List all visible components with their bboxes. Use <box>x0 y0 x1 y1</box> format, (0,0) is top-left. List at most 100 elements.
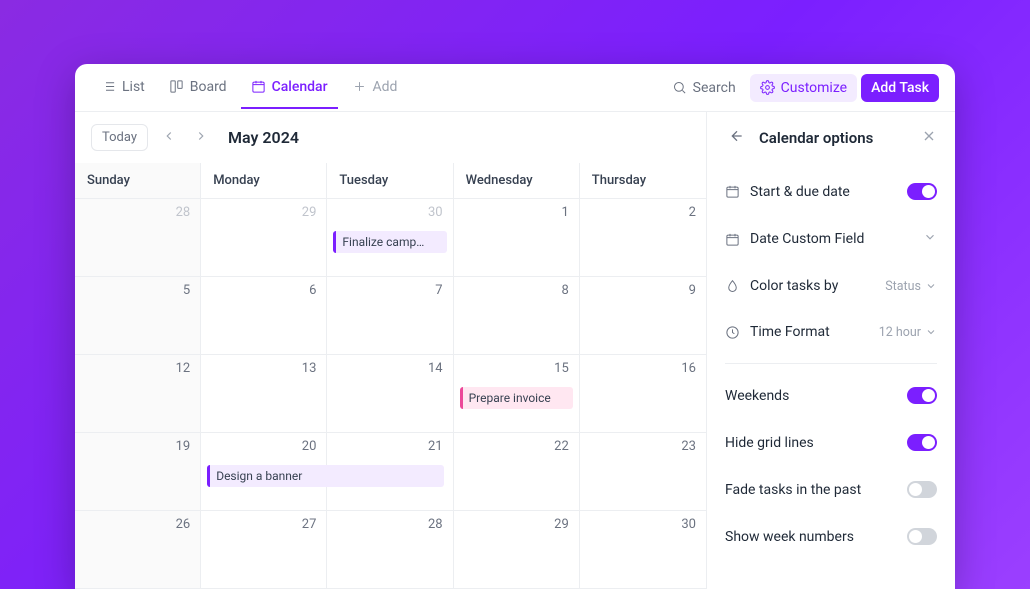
day-cell[interactable]: 20 Design a banner <box>201 433 327 511</box>
prev-month-button[interactable] <box>158 124 180 151</box>
app-window: List Board Calendar Add Search Customize… <box>75 64 955 589</box>
today-button[interactable]: Today <box>91 124 148 151</box>
drop-icon <box>725 279 740 294</box>
day-cell[interactable]: 16 <box>580 355 706 433</box>
calendar-icon <box>725 184 740 199</box>
day-number: 8 <box>561 283 568 298</box>
day-cell[interactable]: 12 <box>75 355 201 433</box>
weekday-thursday: Thursday <box>580 163 706 199</box>
day-cell[interactable]: 30 Finalize camp… <box>327 199 453 277</box>
day-number: 15 <box>554 361 569 376</box>
day-cell[interactable]: 13 <box>201 355 327 433</box>
option-label: Color tasks by <box>750 278 875 294</box>
option-fade-past[interactable]: Fade tasks in the past <box>725 468 937 511</box>
day-cell[interactable]: 28 <box>75 199 201 277</box>
option-label: Date Custom Field <box>750 231 913 247</box>
tab-list-label: List <box>122 79 145 95</box>
date-nav-bar: Today May 2024 <box>75 112 706 163</box>
day-number: 13 <box>302 361 317 376</box>
calendar-icon <box>251 79 266 94</box>
weekday-wednesday: Wednesday <box>454 163 580 199</box>
day-cell[interactable]: 14 <box>327 355 453 433</box>
option-label: Start & due date <box>750 184 897 200</box>
toggle-hide-grid[interactable] <box>907 434 937 451</box>
task-design-banner[interactable]: Design a banner <box>207 465 443 487</box>
calendar-grid: 28 29 30 Finalize camp… 1 2 5 6 7 8 9 12… <box>75 199 706 589</box>
day-number: 5 <box>183 283 190 298</box>
main-content: Today May 2024 Sunday Monday Tuesday Wed… <box>75 112 955 589</box>
day-number: 19 <box>176 439 191 454</box>
option-weekends[interactable]: Weekends <box>725 374 937 417</box>
day-number: 1 <box>561 205 568 220</box>
tab-list[interactable]: List <box>91 67 155 109</box>
day-number: 27 <box>302 517 317 532</box>
day-cell[interactable]: 1 <box>454 199 580 277</box>
day-number: 23 <box>681 439 696 454</box>
day-cell[interactable]: 5 <box>75 277 201 355</box>
day-number: 21 <box>428 439 443 454</box>
day-cell[interactable]: 29 <box>201 199 327 277</box>
customize-button[interactable]: Customize <box>750 74 857 102</box>
chevron-down-icon <box>923 230 937 248</box>
day-number: 28 <box>176 205 191 220</box>
calendar-icon <box>725 232 740 247</box>
day-cell[interactable]: 7 <box>327 277 453 355</box>
day-number: 14 <box>428 361 443 376</box>
clock-icon <box>725 325 740 340</box>
option-color-tasks-by[interactable]: Color tasks by Status <box>725 265 937 307</box>
option-date-custom-field[interactable]: Date Custom Field <box>725 217 937 261</box>
calendar-panel: Today May 2024 Sunday Monday Tuesday Wed… <box>75 112 707 589</box>
tab-add-view[interactable]: Add <box>342 67 408 109</box>
day-number: 6 <box>309 283 316 298</box>
day-cell[interactable]: 6 <box>201 277 327 355</box>
option-week-numbers[interactable]: Show week numbers <box>725 515 937 558</box>
day-number: 30 <box>681 517 696 532</box>
day-cell[interactable]: 8 <box>454 277 580 355</box>
top-toolbar: List Board Calendar Add Search Customize… <box>75 64 955 112</box>
sidebar-title: Calendar options <box>759 129 911 147</box>
day-cell[interactable]: 27 <box>201 511 327 589</box>
day-cell[interactable]: 29 <box>454 511 580 589</box>
task-finalize-campaign[interactable]: Finalize camp… <box>333 231 446 253</box>
list-icon <box>101 79 116 94</box>
day-number: 2 <box>689 205 696 220</box>
day-number: 30 <box>428 205 443 220</box>
options-sidebar: Calendar options Start & due date Date C… <box>707 112 955 589</box>
settings-icon <box>760 80 775 95</box>
search-label: Search <box>693 80 736 96</box>
close-sidebar-button[interactable] <box>921 128 937 148</box>
today-label: Today <box>102 130 137 145</box>
customize-label: Customize <box>781 80 847 96</box>
add-task-button[interactable]: Add Task <box>861 74 939 102</box>
search-button[interactable]: Search <box>662 74 746 102</box>
option-hide-grid-lines[interactable]: Hide grid lines <box>725 421 937 464</box>
day-cell[interactable]: 28 <box>327 511 453 589</box>
day-cell[interactable]: 26 <box>75 511 201 589</box>
day-cell[interactable]: 9 <box>580 277 706 355</box>
weekday-tuesday: Tuesday <box>327 163 453 199</box>
day-cell[interactable]: 15 Prepare invoice <box>454 355 580 433</box>
toggle-start-due[interactable] <box>907 183 937 200</box>
back-arrow-button[interactable] <box>725 124 749 152</box>
divider <box>725 363 937 364</box>
tab-calendar[interactable]: Calendar <box>241 67 338 109</box>
day-cell[interactable]: 22 <box>454 433 580 511</box>
tab-add-label: Add <box>373 79 398 95</box>
day-cell[interactable]: 30 <box>580 511 706 589</box>
tab-calendar-label: Calendar <box>272 79 328 95</box>
option-time-format[interactable]: Time Format 12 hour <box>725 311 937 353</box>
option-start-due-date[interactable]: Start & due date <box>725 170 937 213</box>
weekday-monday: Monday <box>201 163 327 199</box>
option-label: Weekends <box>725 388 897 404</box>
toggle-fade-past[interactable] <box>907 481 937 498</box>
tab-board[interactable]: Board <box>159 67 237 109</box>
next-month-button[interactable] <box>190 124 212 151</box>
day-cell[interactable]: 2 <box>580 199 706 277</box>
toggle-week-numbers[interactable] <box>907 528 937 545</box>
day-cell[interactable]: 23 <box>580 433 706 511</box>
day-cell[interactable]: 19 <box>75 433 201 511</box>
task-prepare-invoice[interactable]: Prepare invoice <box>460 387 573 409</box>
sidebar-header: Calendar options <box>725 118 937 166</box>
toggle-weekends[interactable] <box>907 387 937 404</box>
option-value: 12 hour <box>879 325 937 340</box>
